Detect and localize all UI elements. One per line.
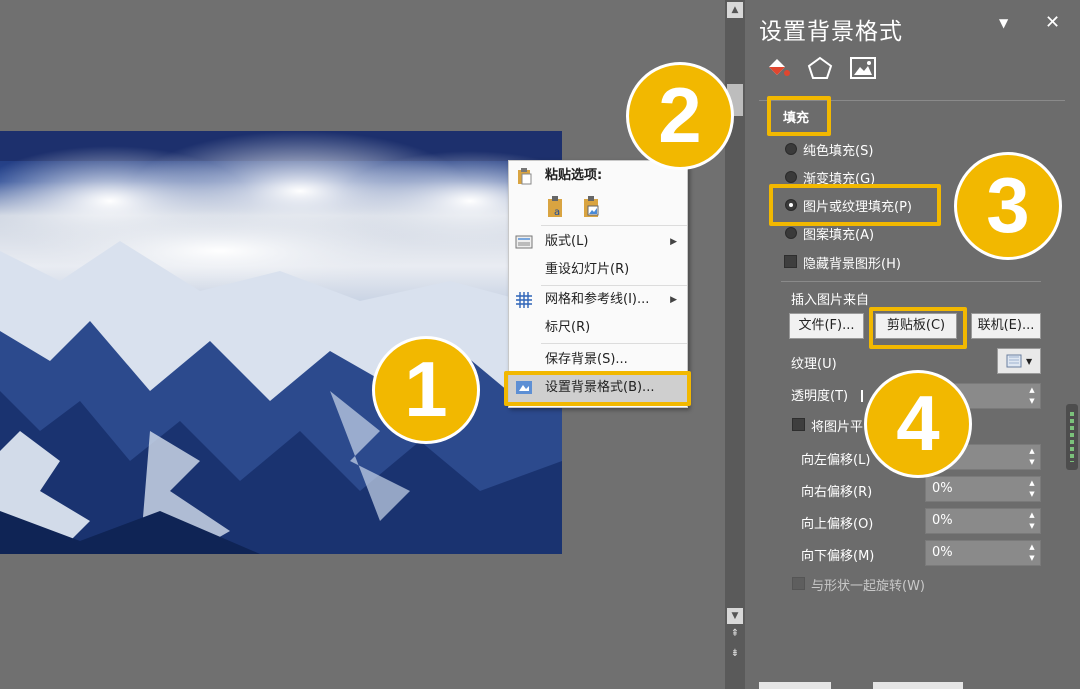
spinner-arrows-icon[interactable]: ▲ ▼ xyxy=(1027,542,1037,564)
solid-fill-label[interactable]: 纯色填充(S) xyxy=(803,140,873,159)
highlight-picture-fill xyxy=(769,184,941,226)
scroll-up-arrow-icon[interactable]: ▲ xyxy=(727,2,743,18)
offset-top-label: 向上偏移(O) xyxy=(801,517,874,532)
highlight-fill-section xyxy=(767,96,831,136)
slide-mountain-image[interactable] xyxy=(0,131,562,554)
step-badge-2: 2 xyxy=(626,62,734,170)
offset-right-spinner[interactable]: 0% ▲ ▼ xyxy=(925,476,1041,502)
texture-preview-icon xyxy=(1006,354,1022,367)
menu-divider xyxy=(541,225,687,226)
solid-fill-radio[interactable] xyxy=(785,143,797,155)
layout-icon xyxy=(515,235,533,249)
paste-as-picture-icon[interactable] xyxy=(581,195,603,219)
step-badge-3: 3 xyxy=(954,152,1062,260)
chevron-down-icon: ▼ xyxy=(1025,357,1033,366)
pattern-fill-radio[interactable] xyxy=(785,227,797,239)
pane-divider xyxy=(781,281,1041,282)
next-slide-icon[interactable]: ⇟ xyxy=(729,648,741,659)
svg-text:a: a xyxy=(554,207,560,218)
picture-icon[interactable] xyxy=(849,55,877,81)
file-button[interactable]: 文件(F)... xyxy=(789,313,864,339)
menu-item-layout[interactable]: 版式(L) ▶ xyxy=(509,228,687,256)
rotate-with-shape-label[interactable]: 与形状一起旋转(W) xyxy=(811,575,925,594)
effects-pentagon-icon[interactable] xyxy=(806,55,834,81)
submenu-arrow-icon: ▶ xyxy=(670,237,677,247)
rotate-with-shape-checkbox[interactable] xyxy=(792,577,805,590)
offset-bottom-label: 向下偏移(M) xyxy=(801,549,875,564)
spinner-arrows-icon[interactable]: ▲ ▼ xyxy=(1027,478,1037,500)
pane-options-dropdown-icon[interactable]: ▼ xyxy=(999,16,1008,30)
tile-picture-label[interactable]: 将图片平 xyxy=(811,416,863,435)
offset-bottom-spinner[interactable]: 0% ▲ ▼ xyxy=(925,540,1041,566)
highlight-format-background xyxy=(504,371,691,406)
pattern-fill-label[interactable]: 图案填充(A) xyxy=(803,224,874,243)
hide-background-graphics-label[interactable]: 隐藏背景图形(H) xyxy=(803,253,901,272)
paste-use-destination-theme-icon[interactable]: a xyxy=(545,195,567,219)
pane-bottom-button[interactable] xyxy=(873,682,963,689)
close-icon[interactable]: ✕ xyxy=(1045,12,1060,33)
tile-picture-checkbox[interactable] xyxy=(792,418,805,431)
spinner-arrows-icon[interactable]: ▲ ▼ xyxy=(1027,385,1037,407)
spinner-arrows-icon[interactable]: ▲ ▼ xyxy=(1027,446,1037,468)
highlight-clipboard xyxy=(869,307,967,349)
pane-title: 设置背景格式 xyxy=(759,19,903,45)
menu-item-reset-slide[interactable]: 重设幻灯片(R) xyxy=(509,256,687,284)
menu-item-save-background[interactable]: 保存背景(S)... xyxy=(509,346,687,374)
menu-item-grid-guides[interactable]: 网格和参考线(I)... ▶ xyxy=(509,286,687,314)
pane-bottom-button[interactable] xyxy=(759,682,831,689)
grid-icon xyxy=(516,292,532,308)
paste-icon xyxy=(518,168,532,185)
pane-resize-handle[interactable] xyxy=(1066,404,1078,470)
menu-divider xyxy=(541,343,687,344)
step-badge-1: 1 xyxy=(372,336,480,444)
scroll-down-arrow-icon[interactable]: ▼ xyxy=(727,608,743,624)
offset-top-spinner[interactable]: 0% ▲ ▼ xyxy=(925,508,1041,534)
fill-bucket-icon[interactable] xyxy=(763,55,791,81)
menu-item-ruler[interactable]: 标尺(R) xyxy=(509,314,687,342)
gradient-fill-radio[interactable] xyxy=(785,171,797,183)
transparency-slider-handle[interactable] xyxy=(861,390,863,402)
submenu-arrow-icon: ▶ xyxy=(670,295,677,305)
texture-label: 纹理(U) xyxy=(791,357,837,372)
offset-left-label: 向左偏移(L) xyxy=(801,453,871,468)
mountain-picture xyxy=(0,131,562,554)
transparency-label: 透明度(T) xyxy=(791,389,849,404)
texture-dropdown[interactable]: ▼ xyxy=(997,348,1041,374)
spinner-arrows-icon[interactable]: ▲ ▼ xyxy=(1027,510,1037,532)
step-badge-4: 4 xyxy=(864,370,972,478)
previous-slide-icon[interactable]: ⇞ xyxy=(729,628,741,639)
offset-right-label: 向右偏移(R) xyxy=(801,485,873,500)
insert-picture-from-label: 插入图片来自 xyxy=(791,293,870,308)
hide-background-graphics-checkbox[interactable] xyxy=(784,255,797,268)
online-button[interactable]: 联机(E)... xyxy=(971,313,1041,339)
